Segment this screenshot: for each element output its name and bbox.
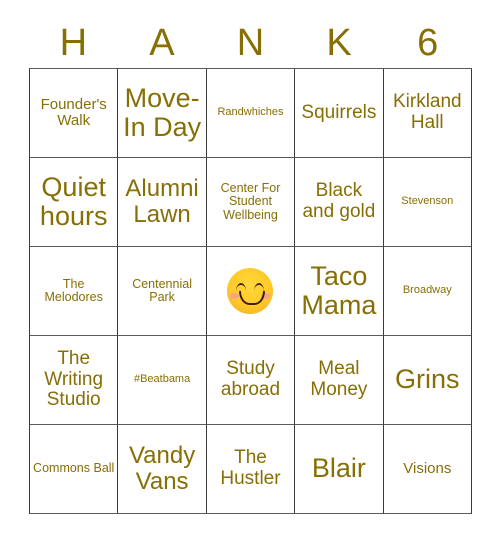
bingo-cell-label: Squirrels xyxy=(301,101,377,123)
bingo-header-row: H A N K 6 xyxy=(29,18,472,68)
bingo-cell[interactable]: #Beatbama xyxy=(118,336,207,425)
bingo-cell[interactable]: Kirkland Hall xyxy=(383,69,472,158)
bingo-cell[interactable]: Study abroad xyxy=(206,336,296,425)
bingo-cell[interactable]: Black and gold xyxy=(295,158,384,247)
bingo-cell[interactable]: Alumni Lawn xyxy=(118,158,207,247)
header-letter-4: 6 xyxy=(417,22,439,64)
bingo-cell-label: Commons Ball xyxy=(33,461,115,476)
emoji-cheek-left xyxy=(230,293,240,299)
bingo-cell-label: #Beatbama xyxy=(133,373,191,386)
bingo-cell-label: Black and gold xyxy=(302,180,376,222)
bingo-cell[interactable]: Squirrels xyxy=(295,69,384,158)
bingo-cell-label: Founder's Walk xyxy=(40,95,107,129)
bingo-cell-label: Blair xyxy=(311,453,366,484)
bingo-grid: Founder's Walk Move-In Day Randwhiches Squi… xyxy=(29,68,472,514)
bingo-cell[interactable]: Broadway xyxy=(383,247,472,336)
bingo-cell-label: The Hustler xyxy=(220,447,281,489)
bingo-cell[interactable]: Vandy Vans xyxy=(118,425,207,514)
bingo-cell[interactable]: Grins xyxy=(383,336,472,425)
bingo-cell[interactable]: Blair xyxy=(295,425,384,514)
header-letter-1: A xyxy=(149,22,175,64)
bingo-cell[interactable]: Centennial Park xyxy=(118,247,207,336)
bingo-cell-label: The Melodores xyxy=(44,276,103,304)
bingo-cell[interactable]: Visions xyxy=(383,425,472,514)
smiling-face-emoji xyxy=(227,268,274,314)
bingo-cell-label: Grins xyxy=(395,364,460,395)
bingo-cell-label: Alumni Lawn xyxy=(125,175,199,228)
bingo-cell-label: The Writing Studio xyxy=(44,348,104,411)
bingo-cell-label: Study abroad xyxy=(220,358,281,400)
header-letter-2: N xyxy=(236,22,265,64)
bingo-cell-label: Broadway xyxy=(402,284,452,297)
bingo-cell-label: Kirkland Hall xyxy=(392,91,462,133)
header-letter-3: K xyxy=(326,22,352,64)
bingo-cell[interactable]: Commons Ball xyxy=(30,425,119,514)
bingo-card: H A N K 6 Founder's Walk Move-In Day Randw… xyxy=(0,0,500,544)
bingo-cell[interactable]: Stevenson xyxy=(383,158,472,247)
bingo-cell[interactable]: Taco Mama xyxy=(295,247,384,336)
bingo-cell-label: Taco Mama xyxy=(301,260,377,320)
bingo-cell[interactable]: The Hustler xyxy=(206,425,296,514)
header-letter-0: H xyxy=(59,22,88,64)
bingo-cell-label: Centennial Park xyxy=(132,276,192,304)
bingo-cell-label: Stevenson xyxy=(401,195,454,208)
bingo-cell[interactable]: Center For Student Wellbeing xyxy=(206,158,296,247)
emoji-eye-left xyxy=(236,283,247,291)
free-space-cell xyxy=(227,268,274,314)
bingo-cell[interactable]: Founder's Walk xyxy=(30,69,119,158)
bingo-cell-label: Randwhiches xyxy=(217,106,284,119)
bingo-cell-label: Quiet hours xyxy=(39,171,108,231)
bingo-cell[interactable] xyxy=(206,247,296,336)
bingo-cell-label: Center For Student Wellbeing xyxy=(220,180,281,222)
bingo-cell[interactable]: Meal Money xyxy=(295,336,384,425)
bingo-cell-label: Move-In Day xyxy=(123,82,202,142)
bingo-cell[interactable]: The Melodores xyxy=(30,247,119,336)
bingo-cell-label: Meal Money xyxy=(310,358,368,400)
bingo-cell[interactable]: Move-In Day xyxy=(118,69,207,158)
bingo-cell[interactable]: Quiet hours xyxy=(30,158,119,247)
bingo-cell-label: Vandy Vans xyxy=(128,442,196,495)
emoji-eye-right xyxy=(254,283,265,291)
bingo-cell-label: Visions xyxy=(403,459,452,477)
bingo-cell[interactable]: The Writing Studio xyxy=(30,336,119,425)
emoji-mouth xyxy=(239,291,266,305)
bingo-cell[interactable]: Randwhiches xyxy=(206,69,296,158)
